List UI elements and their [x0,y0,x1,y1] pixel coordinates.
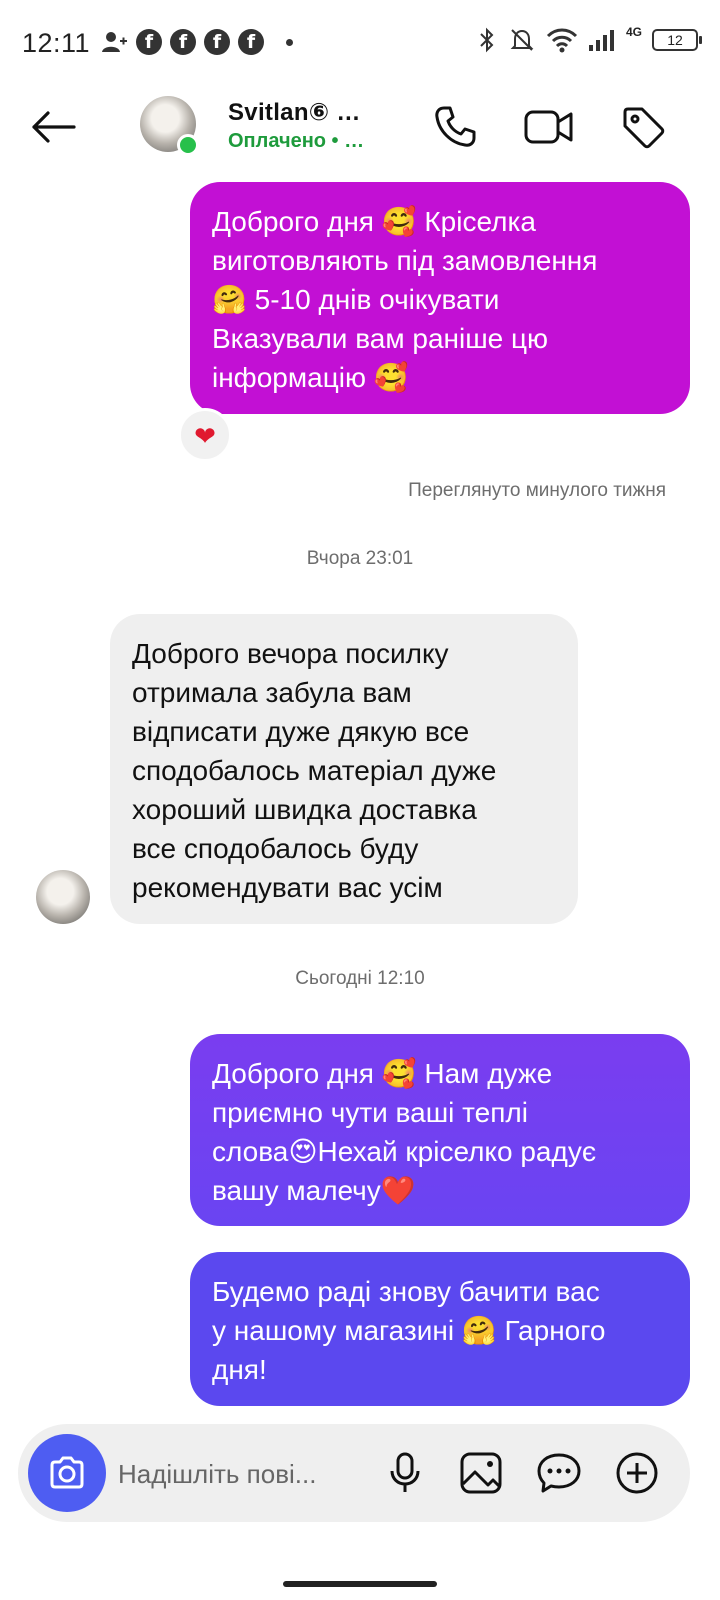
message-line: приємно чути ваші теплі [212,1097,528,1128]
network-type: 4G [625,25,642,39]
facebook-icon: f [238,29,264,55]
chat-header: Svitlan⑥ … Оплачено • … [0,82,720,172]
message-line: Доброго дня 🥰 Кріселка [212,206,536,237]
message-line: хороший швидка доставка [132,794,477,825]
message-line: вашу малечу❤️ [212,1175,416,1206]
bluetooth-icon [480,27,494,53]
tag-icon [623,107,665,149]
gallery-icon [460,1452,502,1494]
heart-reaction[interactable]: ❤ [178,408,232,462]
message-line: Будемо раді знову бачити вас [212,1276,600,1307]
phone-icon [435,106,476,147]
system-icons: 4G 12 [476,25,702,54]
battery-icon: 12 [652,29,702,51]
contact-status[interactable]: Оплачено • … [228,130,364,153]
signal-icon [588,30,614,51]
add-contact-icon [102,32,127,52]
plus-icon [616,1452,658,1494]
status-bar: 12:11 f f f f 4G 12 [0,0,720,82]
message-line: дня! [212,1354,267,1385]
status-time: 12:11 [22,28,91,58]
bell-muted-icon [510,29,534,51]
message-input[interactable] [118,1454,368,1494]
outgoing-message[interactable]: Доброго дня 🥰 Кріселка виготовляють під … [190,182,690,414]
video-icon [524,110,573,144]
message-line: Вказували вам раніше цю [212,323,549,354]
timestamp: Вчора 23:01 [306,548,414,569]
contact-name[interactable]: Svitlan⑥ … [228,98,361,127]
more-notifications-dot [286,38,293,46]
outgoing-message[interactable]: Доброго дня 🥰 Нам дуже приємно чути ваші… [190,1034,690,1226]
message-line: Доброго вечора посилку [132,638,449,669]
sticker-button[interactable] [534,1448,584,1498]
home-indicator[interactable] [283,1581,437,1587]
camera-button[interactable] [28,1434,106,1512]
back-arrow-icon [32,111,76,143]
message-line: виготовляють під замовлення [212,245,598,276]
message-line: слова😍Нехай кріселко радує [212,1136,597,1167]
online-status-indicator [177,134,199,156]
wifi-icon [546,28,578,53]
outgoing-message[interactable]: Будемо раді знову бачити вас у нашому ма… [190,1252,690,1406]
camera-icon [50,1456,84,1489]
voice-message-button[interactable] [380,1448,430,1498]
incoming-message[interactable]: Доброго вечора посилку отримала забула в… [110,614,578,924]
facebook-icon: f [170,29,196,55]
sender-avatar[interactable] [36,870,90,924]
message-line: все сподобалось буду [132,833,419,864]
facebook-icon: f [136,29,162,55]
message-line: сподобалось матеріал дуже [132,755,497,786]
message-line: Доброго дня 🥰 Нам дуже [212,1058,553,1089]
message-line: рекомендувати вас усім [132,872,443,903]
microphone-icon [390,1452,420,1492]
timestamp: Сьогодні 12:10 [295,968,425,989]
message-line: 🤗 5-10 днів очікувати [212,284,500,315]
sticker-icon [537,1453,581,1493]
back-button[interactable] [26,100,80,154]
gallery-button[interactable] [456,1448,506,1498]
label-button[interactable] [616,100,670,154]
message-line: у нашому магазині 🤗 Гарного [212,1315,606,1346]
message-line: отримала забула вам [132,677,412,708]
more-actions-button[interactable] [612,1448,662,1498]
message-composer [18,1424,690,1522]
message-line: інформацію 🥰 [212,362,409,393]
message-line: відписати дуже дякую все [132,716,470,747]
audio-call-button[interactable] [428,100,482,154]
notification-icons: f f f f [100,28,293,56]
seen-status: Переглянуто минулого тижня [408,480,666,501]
facebook-icon: f [204,29,230,55]
video-call-button[interactable] [522,100,576,154]
